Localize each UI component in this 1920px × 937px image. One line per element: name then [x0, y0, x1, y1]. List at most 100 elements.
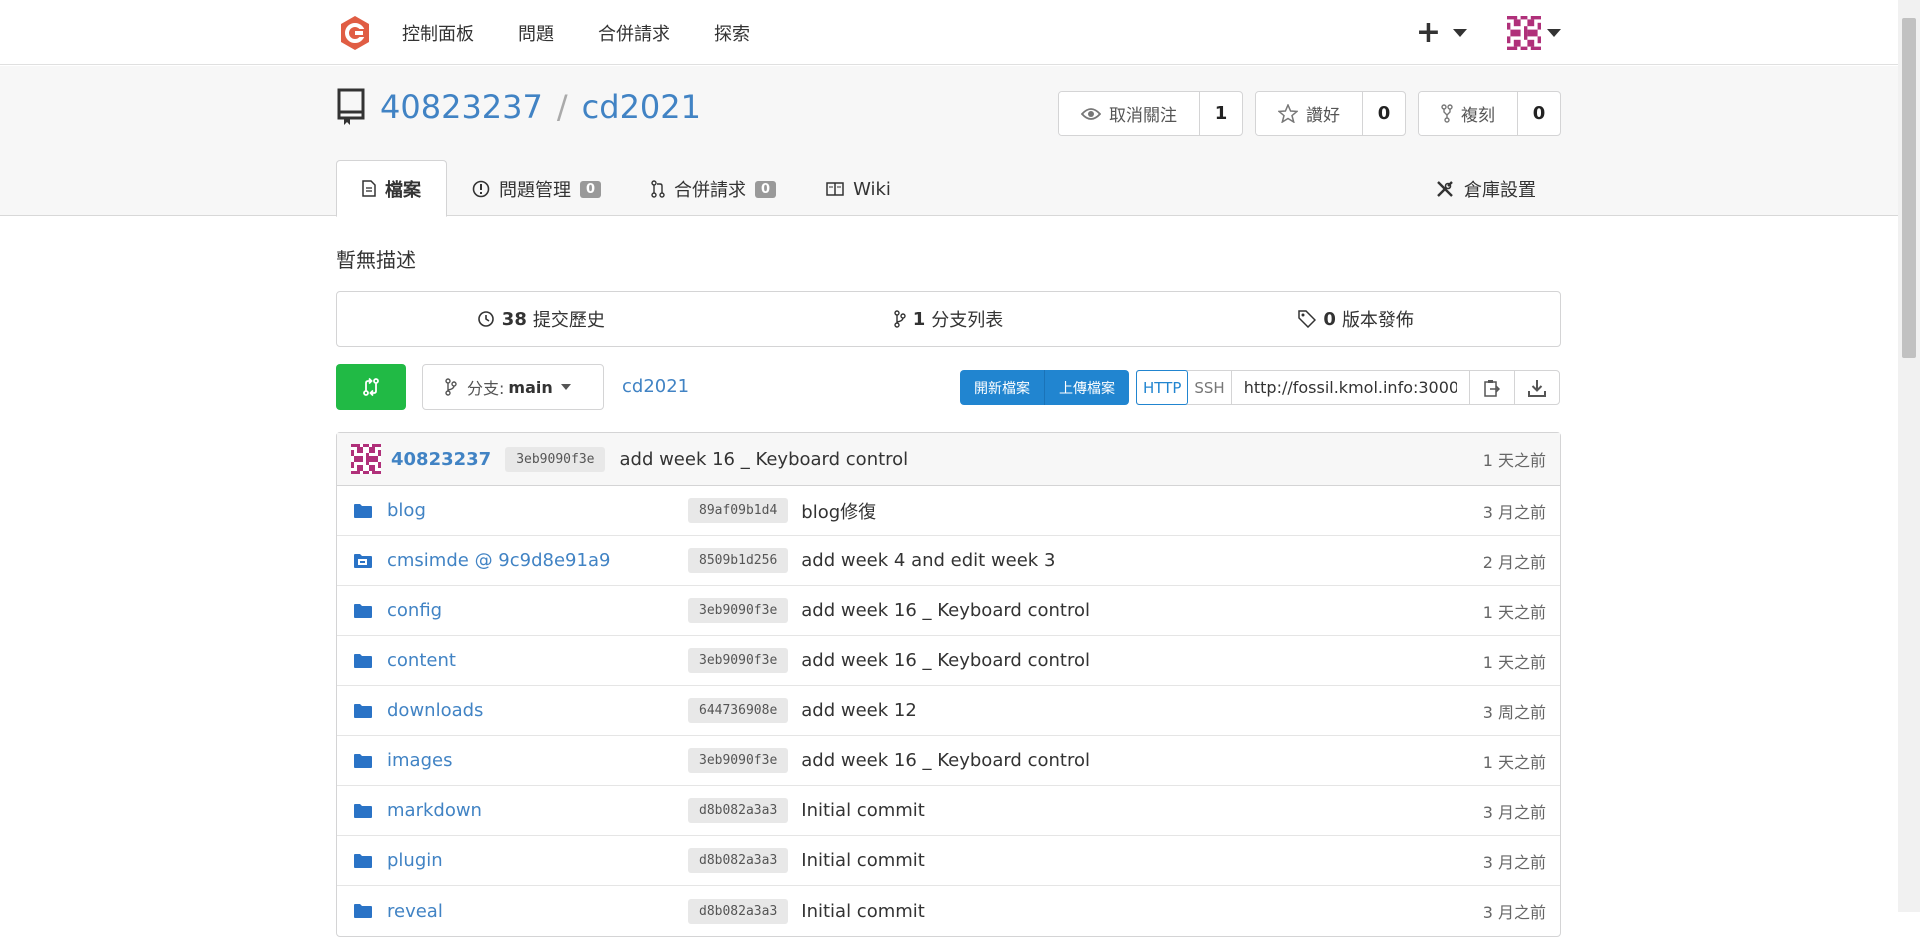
fork-button[interactable]: 複刻	[1419, 92, 1518, 135]
commit-sha-label[interactable]: 8509b1d256	[688, 548, 789, 573]
watch-group: 取消關注 1	[1058, 91, 1243, 136]
history-icon	[477, 310, 495, 328]
breadcrumb-repo[interactable]: cd2021	[622, 376, 689, 397]
repo-owner-link[interactable]: 40823237	[380, 88, 543, 126]
file-name-link[interactable]: reveal	[387, 901, 688, 922]
commit-message[interactable]: add week 16 _ Keyboard control	[801, 600, 1090, 621]
tab-pull-requests[interactable]: 合併請求 0	[626, 161, 801, 217]
file-name-link[interactable]: content	[387, 650, 688, 671]
commit-time: 1 天之前	[1482, 752, 1546, 772]
file-name-link[interactable]: markdown	[387, 800, 688, 821]
scrollbar-thumb[interactable]	[1902, 18, 1916, 358]
unwatch-button[interactable]: 取消關注	[1059, 92, 1200, 135]
git-compare-icon	[362, 377, 380, 397]
folder-icon	[353, 653, 373, 669]
releases-count: 0	[1323, 308, 1336, 330]
file-name-link[interactable]: images	[387, 750, 688, 771]
clone-url-input[interactable]	[1230, 371, 1469, 404]
star-button[interactable]: 讚好	[1256, 92, 1363, 135]
tab-issues[interactable]: 問題管理 0	[447, 161, 626, 217]
file-icon	[362, 180, 376, 197]
fork-group: 複刻 0	[1418, 91, 1561, 136]
file-name-link[interactable]: blog	[387, 500, 688, 521]
tab-wiki[interactable]: Wiki	[801, 161, 916, 217]
tab-files-label: 檔案	[385, 179, 421, 201]
file-name-link[interactable]: cmsimde @ 9c9d8e91a9	[387, 550, 688, 571]
tab-issues-label: 問題管理	[499, 180, 571, 201]
commit-sha-label[interactable]: 3eb9090f3e	[688, 648, 789, 673]
releases-stat[interactable]: 0 版本發佈	[1152, 306, 1560, 332]
folder-icon	[353, 903, 373, 919]
commit-sha-label[interactable]: d8b082a3a3	[688, 798, 789, 823]
commit-message[interactable]: Initial commit	[801, 850, 925, 871]
git-branch-icon	[894, 310, 906, 328]
star-icon	[1278, 104, 1298, 123]
nav-pull-requests[interactable]: 合併請求	[598, 20, 670, 46]
page-scrollbar[interactable]	[1898, 0, 1920, 912]
file-row[interactable]: content 3eb9090f3e add week 16 _ Keyboard …	[337, 636, 1560, 686]
folder-icon	[353, 753, 373, 769]
unwatch-label: 取消關注	[1109, 106, 1177, 126]
git-branch-icon	[445, 378, 457, 396]
http-toggle[interactable]: HTTP	[1136, 370, 1189, 405]
commit-message[interactable]: add week 16 _ Keyboard control	[619, 449, 908, 470]
compare-button[interactable]	[336, 364, 406, 410]
star-count[interactable]: 0	[1363, 92, 1405, 135]
watch-count[interactable]: 1	[1200, 92, 1242, 135]
file-row[interactable]: images 3eb9090f3e add week 16 _ Keyboard c…	[337, 736, 1560, 786]
plus-icon: +	[1415, 14, 1441, 50]
commit-message[interactable]: blog修復	[801, 498, 876, 524]
upload-file-button[interactable]: 上傳檔案	[1044, 370, 1129, 405]
new-file-button[interactable]: 開新檔案	[960, 370, 1044, 405]
nav-explore[interactable]: 探索	[714, 20, 750, 46]
file-name-link[interactable]: downloads	[387, 700, 688, 721]
commit-message[interactable]: Initial commit	[801, 901, 925, 922]
commits-count: 38	[501, 308, 527, 330]
commit-message[interactable]: Initial commit	[801, 800, 925, 821]
commit-message[interactable]: add week 16 _ Keyboard control	[801, 650, 1090, 671]
commit-sha-label[interactable]: 644736908e	[688, 698, 789, 723]
file-row[interactable]: downloads 644736908e add week 12 3 周之前	[337, 686, 1560, 736]
branch-prefix: 分支:	[467, 379, 505, 398]
tab-files[interactable]: 檔案	[336, 160, 447, 217]
commits-stat[interactable]: 38 提交歷史	[337, 306, 745, 332]
tab-settings[interactable]: 倉庫設置	[1410, 161, 1561, 217]
commit-sha-label[interactable]: d8b082a3a3	[688, 848, 789, 873]
file-row[interactable]: config 3eb9090f3e add week 16 _ Keyboard c…	[337, 586, 1560, 636]
user-avatar	[1507, 15, 1541, 50]
issues-count-badge: 0	[580, 180, 602, 198]
commit-sha-label[interactable]: 3eb9090f3e	[688, 748, 789, 773]
gitea-logo-icon[interactable]	[336, 14, 374, 52]
download-button[interactable]	[1513, 371, 1559, 404]
nav-dashboard[interactable]: 控制面板	[402, 20, 474, 46]
fork-count[interactable]: 0	[1518, 92, 1560, 135]
repo-name-link[interactable]: cd2021	[582, 88, 701, 126]
branches-stat[interactable]: 1 分支列表	[745, 306, 1153, 332]
folder-icon	[353, 853, 373, 869]
commit-sha-label[interactable]: 89af09b1d4	[688, 498, 789, 523]
file-row[interactable]: blog 89af09b1d4 blog修復 3 月之前	[337, 486, 1560, 536]
file-row[interactable]: reveal d8b082a3a3 Initial commit 3 月之前	[337, 886, 1560, 936]
commit-message[interactable]: add week 16 _ Keyboard control	[801, 750, 1090, 771]
commit-sha-label[interactable]: 3eb9090f3e	[688, 598, 789, 623]
commit-message[interactable]: add week 4 and edit week 3	[801, 550, 1055, 571]
commit-sha-label[interactable]: 3eb9090f3e	[505, 446, 606, 472]
file-row[interactable]: markdown d8b082a3a3 Initial commit 3 月之前	[337, 786, 1560, 836]
file-row[interactable]: cmsimde @ 9c9d8e91a9 8509b1d256 add week 4…	[337, 536, 1560, 586]
create-new-menu[interactable]: +	[1415, 14, 1467, 50]
nav-issues[interactable]: 問題	[518, 20, 554, 46]
file-row[interactable]: plugin d8b082a3a3 Initial commit 3 月之前	[337, 836, 1560, 886]
commit-time: 3 月之前	[1482, 903, 1546, 922]
user-menu[interactable]	[1507, 15, 1561, 50]
file-name-link[interactable]: config	[387, 600, 688, 621]
clone-panel: HTTP SSH	[1136, 370, 1560, 405]
branch-dropdown[interactable]: 分支: main	[422, 364, 604, 410]
commit-sha-label[interactable]: d8b082a3a3	[688, 898, 789, 924]
file-name-link[interactable]: plugin	[387, 850, 688, 871]
copy-url-button[interactable]	[1468, 371, 1514, 404]
submodule-folder-icon	[353, 553, 373, 569]
git-pull-request-icon	[651, 180, 665, 198]
ssh-toggle[interactable]: SSH	[1188, 371, 1230, 404]
commit-message[interactable]: add week 12	[801, 700, 917, 721]
commit-author-link[interactable]: 40823237	[391, 449, 491, 470]
